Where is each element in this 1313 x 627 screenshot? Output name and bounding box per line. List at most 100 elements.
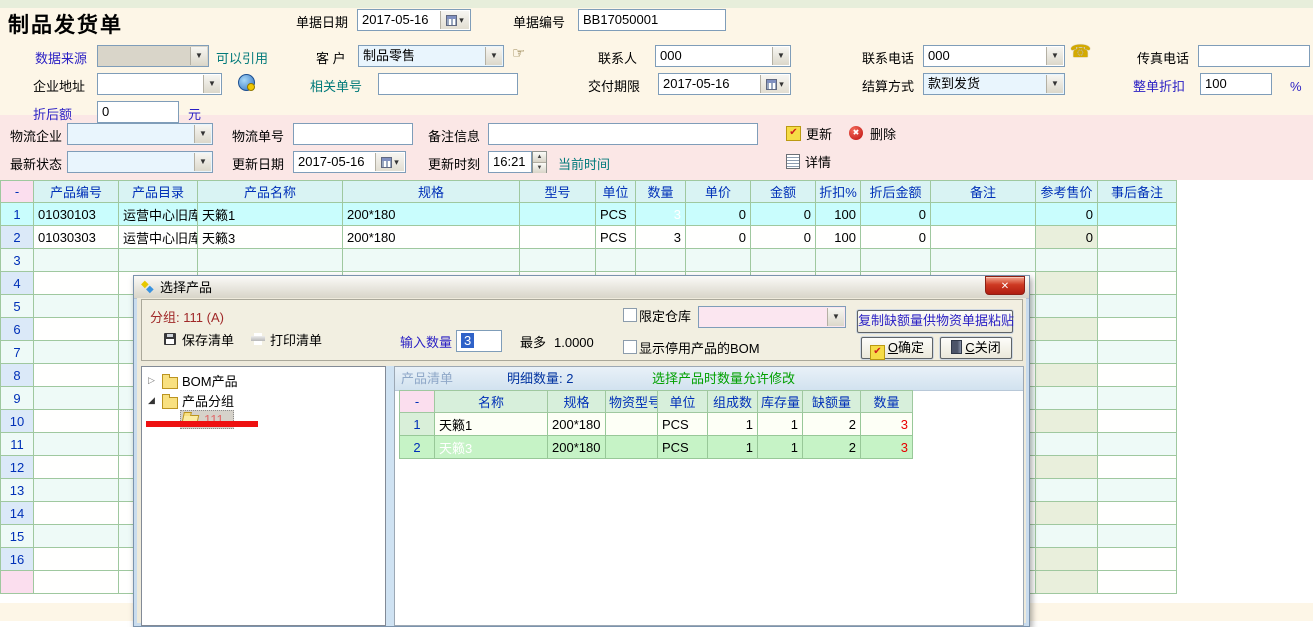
current-time-link[interactable]: 当前时间 xyxy=(558,157,610,172)
cell[interactable]: 0 xyxy=(861,226,931,249)
cell[interactable] xyxy=(1098,295,1177,318)
contact-combo[interactable]: 000 xyxy=(655,45,791,67)
column-header[interactable]: 规格 xyxy=(343,181,520,203)
cell[interactable] xyxy=(34,318,119,341)
column-header[interactable]: 规格 xyxy=(548,391,606,413)
chevron-down-icon[interactable] xyxy=(190,47,207,65)
cell[interactable] xyxy=(520,249,596,272)
chevron-down-icon[interactable] xyxy=(485,47,502,65)
cell[interactable] xyxy=(1036,548,1098,571)
cell[interactable] xyxy=(1036,387,1098,410)
cell[interactable]: 0 xyxy=(751,203,816,226)
chevron-down-icon[interactable] xyxy=(194,153,211,171)
cell[interactable] xyxy=(606,413,658,436)
cell[interactable] xyxy=(520,226,596,249)
cell[interactable] xyxy=(198,249,343,272)
show-disabled-bom-checkbox[interactable] xyxy=(623,340,637,354)
cell[interactable]: 3 xyxy=(861,413,913,436)
cell[interactable]: 200*180 xyxy=(548,436,606,459)
cell[interactable] xyxy=(1098,364,1177,387)
ok-button[interactable]: O确定 xyxy=(861,337,933,359)
cell[interactable] xyxy=(636,249,686,272)
cell[interactable]: 12 xyxy=(1,456,34,479)
pointing-hand-icon[interactable] xyxy=(512,44,525,62)
cell[interactable]: 0 xyxy=(686,226,751,249)
cell[interactable] xyxy=(1098,571,1177,594)
print-list-button[interactable]: 打印清单 xyxy=(251,332,333,348)
limit-warehouse-checkbox[interactable] xyxy=(623,308,637,322)
column-header[interactable]: 折扣% xyxy=(816,181,861,203)
cell[interactable] xyxy=(816,249,861,272)
cell[interactable] xyxy=(34,479,119,502)
address-combo[interactable] xyxy=(97,73,222,95)
cell[interactable]: PCS xyxy=(658,413,708,436)
warehouse-combo[interactable] xyxy=(698,306,846,328)
column-header[interactable]: 参考售价 xyxy=(1036,181,1098,203)
doc-date-field[interactable]: 2017-05-16 xyxy=(357,9,471,31)
phone-combo[interactable]: 000 xyxy=(923,45,1065,67)
cell[interactable]: 1 xyxy=(758,436,803,459)
cell[interactable]: 天籁3 xyxy=(198,226,343,249)
telephone-icon[interactable] xyxy=(1070,42,1091,62)
cell[interactable] xyxy=(1098,502,1177,525)
cell[interactable] xyxy=(686,249,751,272)
column-header[interactable]: 库存量 xyxy=(758,391,803,413)
cell[interactable]: 13 xyxy=(1,479,34,502)
cell[interactable] xyxy=(119,249,198,272)
cell[interactable] xyxy=(34,387,119,410)
delete-button[interactable]: 删除 xyxy=(849,125,909,143)
deliver-date-field[interactable]: 2017-05-16 xyxy=(658,73,791,95)
calendar-icon[interactable] xyxy=(760,75,789,93)
dialog-titlebar[interactable]: 选择产品 xyxy=(134,276,1029,299)
chevron-down-icon[interactable] xyxy=(1046,47,1063,65)
column-header[interactable]: 型号 xyxy=(520,181,596,203)
cell[interactable] xyxy=(34,548,119,571)
cell[interactable] xyxy=(34,249,119,272)
cell[interactable]: 11 xyxy=(1,433,34,456)
cell[interactable] xyxy=(1036,272,1098,295)
cell[interactable] xyxy=(1036,410,1098,433)
cell[interactable]: 0 xyxy=(1036,226,1098,249)
cell[interactable] xyxy=(34,364,119,387)
cell[interactable] xyxy=(1036,364,1098,387)
chevron-down-icon[interactable] xyxy=(772,47,789,65)
status-combo[interactable] xyxy=(67,151,213,173)
chevron-down-icon[interactable] xyxy=(194,125,211,143)
fax-input[interactable] xyxy=(1198,45,1310,67)
cell[interactable] xyxy=(34,456,119,479)
column-header[interactable]: 单位 xyxy=(658,391,708,413)
column-header[interactable]: 数量 xyxy=(861,391,913,413)
remark-input[interactable] xyxy=(488,123,758,145)
close-dialog-button[interactable]: C关闭 xyxy=(940,337,1012,359)
save-list-button[interactable]: 保存清单 xyxy=(164,332,244,348)
cell[interactable]: 100 xyxy=(816,203,861,226)
column-header[interactable]: 缺额量 xyxy=(803,391,861,413)
cell[interactable] xyxy=(1098,525,1177,548)
cell[interactable]: 1 xyxy=(400,413,435,436)
cell[interactable] xyxy=(1036,456,1098,479)
cell[interactable] xyxy=(1098,249,1177,272)
cell[interactable]: 1 xyxy=(708,436,758,459)
cell[interactable]: 2 xyxy=(400,436,435,459)
waybill-input[interactable] xyxy=(293,123,413,145)
cell[interactable]: 5 xyxy=(1,295,34,318)
cell[interactable] xyxy=(1036,479,1098,502)
cell[interactable]: 3 xyxy=(1,249,34,272)
cell[interactable]: PCS xyxy=(658,436,708,459)
cell[interactable] xyxy=(520,203,596,226)
discount-input[interactable]: 100 xyxy=(1200,73,1272,95)
cell[interactable] xyxy=(1098,203,1177,226)
column-header[interactable]: 事后备注 xyxy=(1098,181,1177,203)
cell[interactable]: 3 xyxy=(636,226,686,249)
cell[interactable] xyxy=(34,433,119,456)
cell[interactable]: 200*180 xyxy=(548,413,606,436)
cell[interactable]: 0 xyxy=(686,203,751,226)
cell[interactable] xyxy=(1098,387,1177,410)
cell[interactable] xyxy=(34,272,119,295)
chevron-down-icon[interactable] xyxy=(1046,75,1063,93)
cell[interactable] xyxy=(1036,341,1098,364)
tree-item-product-groups[interactable]: 产品分组 xyxy=(148,393,348,409)
cell[interactable] xyxy=(931,226,1036,249)
cell[interactable]: 16 xyxy=(1,548,34,571)
cell[interactable] xyxy=(1098,341,1177,364)
